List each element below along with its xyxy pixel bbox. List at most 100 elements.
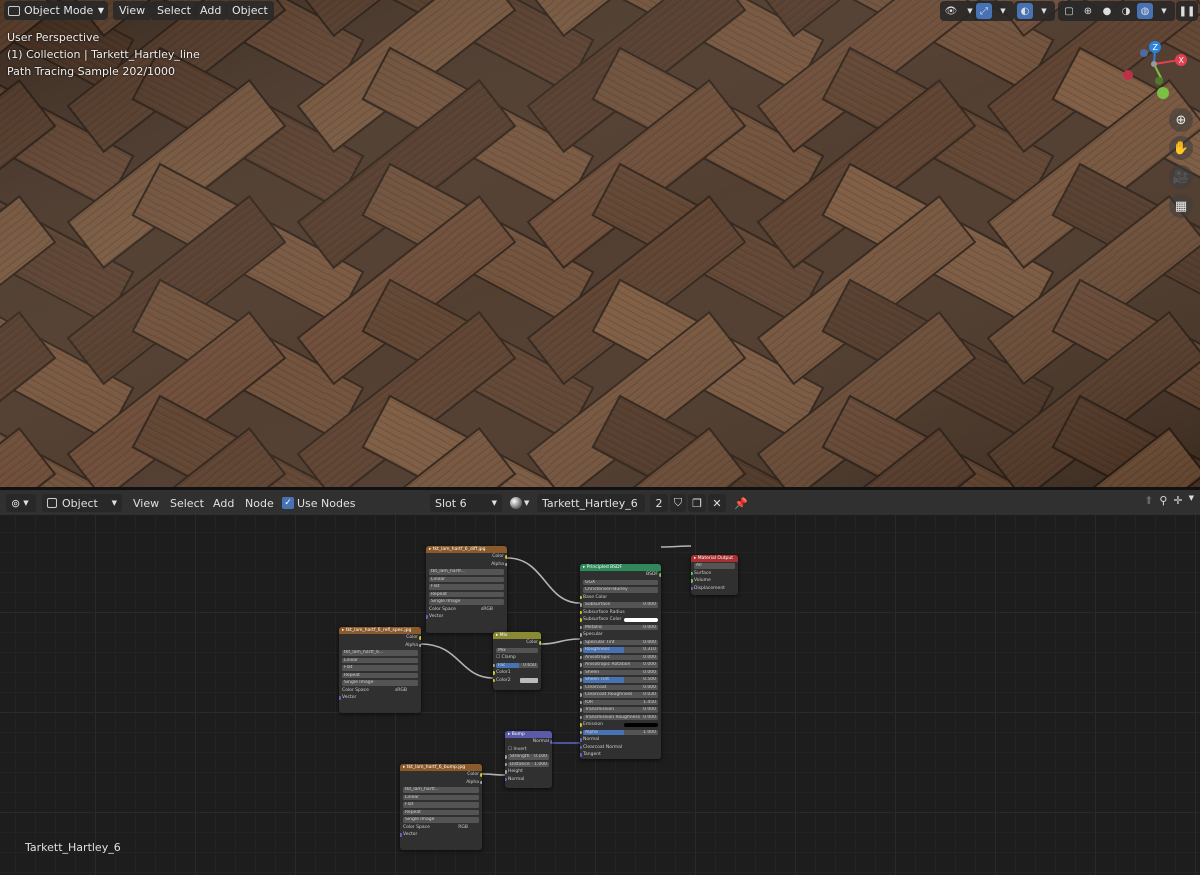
wireframe-shading-icon[interactable]: ⊕: [1080, 3, 1096, 19]
bsdf-input-row[interactable]: Anisotropic Rotation 0.000: [580, 661, 661, 669]
bsdf-input-row[interactable]: Normal: [580, 736, 661, 744]
node-title: ▸ tkt_lam_hartf_6_diff.jpg: [426, 546, 507, 553]
bsdf-input-row[interactable]: Tangent: [580, 751, 661, 759]
menu-view[interactable]: View: [113, 1, 152, 20]
input-color1: Color1: [493, 669, 541, 677]
close-icon[interactable]: ✕: [708, 494, 726, 512]
distribution-dropdown[interactable]: GGX: [580, 579, 661, 587]
duplicate-icon[interactable]: ❐: [688, 494, 706, 512]
bsdf-input-row[interactable]: Base Color: [580, 594, 661, 602]
projection-dropdown[interactable]: Flat: [426, 583, 507, 591]
source-dropdown[interactable]: Single Image: [400, 816, 482, 824]
bsdf-input-row[interactable]: Specular: [580, 631, 661, 639]
solid-shading-icon[interactable]: ●: [1099, 3, 1115, 19]
image-texture-node-diffuse[interactable]: ▸ tkt_lam_hartf_6_diff.jpg Color Alpha t…: [426, 546, 507, 633]
mix-rgb-node[interactable]: ▸ Mix Color Mix ☐ Clamp Fac 0.650 Color1 …: [493, 632, 541, 690]
bsdf-input-row[interactable]: Emission: [580, 721, 661, 729]
pin-icon[interactable]: 📌: [734, 494, 748, 512]
menu-object[interactable]: Object: [226, 1, 274, 20]
bsdf-input-row[interactable]: Clearcoat 0.000: [580, 684, 661, 692]
navigation-gizmo[interactable]: Z X: [1118, 38, 1198, 104]
bsdf-input-row[interactable]: Alpha 1.000: [580, 729, 661, 737]
subsurface-method-dropdown[interactable]: Christensen-Burley: [580, 586, 661, 594]
bsdf-input-row[interactable]: Metallic 0.000: [580, 624, 661, 632]
invert-checkbox[interactable]: ☐ Invert: [505, 746, 552, 754]
bsdf-input-row[interactable]: Transmission Roughness 0.000: [580, 714, 661, 722]
zoom-icon[interactable]: ⊕: [1169, 108, 1193, 132]
bsdf-input-row[interactable]: Transmission 0.000: [580, 706, 661, 714]
bsdf-input-row[interactable]: Roughness 0.310: [580, 646, 661, 654]
rendered-shading-icon[interactable]: ◍: [1137, 3, 1153, 19]
use-nodes-checkbox[interactable]: ✓ Use Nodes: [282, 494, 356, 512]
menu-node[interactable]: Node: [245, 494, 274, 512]
pause-render-button[interactable]: ❚❚: [1176, 1, 1198, 21]
xray-icon[interactable]: ▢: [1061, 3, 1077, 19]
slot-dropdown[interactable]: Slot 6 ▼: [430, 494, 502, 512]
projection-dropdown[interactable]: Flat: [400, 801, 482, 809]
material-browse-button[interactable]: ▼: [510, 494, 529, 512]
menu-add[interactable]: Add: [194, 1, 228, 20]
output-color: Color: [493, 639, 541, 647]
checkbox-checked-icon: ✓: [282, 497, 294, 509]
image-texture-node-spec[interactable]: ▸ tkt_lam_hartf_6_refl_spec.jpg Color Al…: [339, 627, 421, 713]
bsdf-input-row[interactable]: Subsurface 0.000: [580, 601, 661, 609]
3d-viewport[interactable]: Object Mode ▼ View Select Add Object 👁 ▼ …: [0, 0, 1200, 487]
source-dropdown[interactable]: Single Image: [339, 679, 421, 687]
overlay-dropdown[interactable]: ◐ ▼: [1014, 1, 1055, 21]
menu-select[interactable]: Select: [170, 494, 204, 512]
bsdf-input-row[interactable]: Specular Tint 0.000: [580, 639, 661, 647]
bsdf-input-row[interactable]: Sheen Tint 0.500: [580, 676, 661, 684]
menu-select[interactable]: Select: [151, 1, 197, 20]
extension-dropdown[interactable]: Repeat: [339, 672, 421, 680]
snap-icon[interactable]: ⚲: [1159, 494, 1167, 507]
color-space-dropdown[interactable]: Color Space sRGB: [339, 687, 421, 695]
perspective-grid-icon[interactable]: ▦: [1169, 194, 1193, 218]
material-output-node[interactable]: ▸ Material Output All Surface Volume Dis…: [691, 555, 738, 595]
target-dropdown[interactable]: All: [691, 562, 738, 570]
image-file-field[interactable]: tkt_lam_hartf...: [400, 786, 482, 794]
bsdf-input-row[interactable]: Sheen 0.000: [580, 669, 661, 677]
material-shading-icon[interactable]: ◑: [1118, 3, 1134, 19]
interpolation-dropdown[interactable]: Linear: [400, 794, 482, 802]
gizmo-dropdown[interactable]: ⤢ ▼: [973, 1, 1014, 21]
object-mode-dropdown[interactable]: Object Mode ▼: [4, 1, 108, 20]
chevron-down-icon[interactable]: ▼: [1189, 494, 1194, 507]
source-dropdown[interactable]: Single Image: [426, 598, 507, 606]
blend-mode-dropdown[interactable]: Mix: [493, 647, 541, 655]
interpolation-dropdown[interactable]: Linear: [426, 576, 507, 584]
image-file-field[interactable]: tkt_lam_hartf...: [426, 568, 507, 576]
bsdf-input-row[interactable]: Subsurface Color: [580, 616, 661, 624]
material-name-field[interactable]: Tarkett_Hartley_6: [537, 494, 645, 512]
shader-type-dropdown[interactable]: Object ▼: [42, 494, 122, 512]
strength-field[interactable]: Strength 0.100: [505, 753, 552, 761]
bsdf-input-row[interactable]: Subsurface Radius: [580, 609, 661, 617]
projection-dropdown[interactable]: Flat: [339, 664, 421, 672]
bsdf-input-row[interactable]: IOR 1.450: [580, 699, 661, 707]
bump-node[interactable]: ▸ Bump Normal ☐ Invert Strength 0.100 Dis…: [505, 731, 552, 788]
menu-add[interactable]: Add: [213, 494, 234, 512]
clamp-checkbox[interactable]: ☐ Clamp: [493, 654, 541, 662]
principled-bsdf-node[interactable]: ▸ Principled BSDF BSDF GGX Christensen-B…: [580, 564, 661, 759]
fake-user-icon[interactable]: ⛉: [670, 494, 686, 512]
extension-dropdown[interactable]: Repeat: [400, 809, 482, 817]
camera-icon[interactable]: 🎥: [1169, 165, 1193, 189]
image-file-field[interactable]: tkt_lam_hartf_6...: [339, 649, 421, 657]
color-space-dropdown[interactable]: Color Space RGB: [400, 824, 482, 832]
distance-field[interactable]: Distance 1.000: [505, 761, 552, 769]
node-canvas[interactable]: ▸ tkt_lam_hartf_6_diff.jpg Color Alpha t…: [0, 515, 1200, 875]
user-count[interactable]: 2: [650, 494, 668, 512]
extension-dropdown[interactable]: Repeat: [426, 591, 507, 599]
color-space-dropdown[interactable]: Color Space sRGB: [426, 606, 507, 614]
bsdf-input-row[interactable]: Clearcoat Normal: [580, 744, 661, 752]
parent-node-icon[interactable]: ⬆: [1144, 494, 1153, 507]
fac-slider[interactable]: Fac 0.650: [493, 662, 541, 670]
snap-options-icon[interactable]: ✛: [1173, 494, 1182, 507]
image-texture-node-bump[interactable]: ▸ tkt_lam_hartf_6_bump.jpg Color Alpha t…: [400, 764, 482, 850]
chevron-down-icon[interactable]: ▼: [1156, 3, 1172, 19]
interpolation-dropdown[interactable]: Linear: [339, 657, 421, 665]
editor-type-dropdown[interactable]: ⊚ ▼: [6, 494, 36, 512]
menu-view[interactable]: View: [133, 494, 159, 512]
hand-icon[interactable]: ✋: [1169, 136, 1193, 160]
bsdf-input-row[interactable]: Anisotropic 0.000: [580, 654, 661, 662]
bsdf-input-row[interactable]: Clearcoat Roughness 0.030: [580, 691, 661, 699]
